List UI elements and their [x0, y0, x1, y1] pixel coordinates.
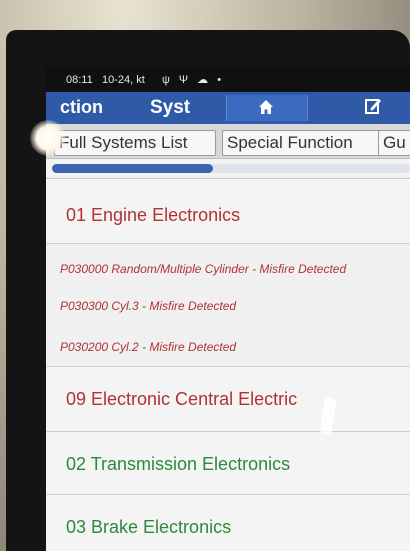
- usb-icon: ψ: [162, 74, 173, 86]
- usb-debug-icon: Ψ: [178, 74, 192, 86]
- dtc-item[interactable]: P030300 Cyl.3 - Misfire Detected: [60, 299, 236, 313]
- light-glare: [30, 120, 66, 156]
- dot-icon: •: [217, 74, 225, 86]
- edit-icon: [365, 99, 381, 114]
- system-row-transmission[interactable]: 02 Transmission Electronics: [46, 432, 410, 495]
- scan-progress-bar: [52, 164, 410, 173]
- system-label-brake: 03 Brake Electronics: [66, 517, 232, 537]
- system-label-engine: 01 Engine Electronics: [66, 205, 241, 225]
- edit-button[interactable]: [364, 97, 382, 120]
- cloud-icon: ☁: [197, 74, 212, 86]
- tab-full-systems-list[interactable]: Full Systems List: [54, 130, 216, 156]
- system-row-brake[interactable]: 03 Brake Electronics: [46, 495, 410, 551]
- system-label-transmission: 02 Transmission Electronics: [66, 454, 291, 474]
- tab-guided[interactable]: Gu: [378, 130, 410, 156]
- tab-special-function[interactable]: Special Function: [222, 130, 380, 156]
- status-icons: ψ Ψ ☁ •: [162, 73, 224, 86]
- home-button[interactable]: [226, 95, 308, 121]
- dtc-item[interactable]: P030000 Random/Multiple Cylinder - Misfi…: [60, 262, 346, 276]
- status-date: 10-24, kt: [102, 74, 145, 86]
- dtc-item[interactable]: P030200 Cyl.2 - Misfire Detected: [60, 340, 236, 354]
- system-row-engine[interactable]: 01 Engine Electronics: [46, 179, 410, 244]
- status-bar: 08:11 10-24, kt ψ Ψ ☁ •: [46, 66, 410, 92]
- tab-bar: Full Systems List Special Function Gu: [46, 124, 410, 159]
- system-row-central-electric[interactable]: 09 Electronic Central Electric: [46, 367, 410, 432]
- scan-progress-fill: [52, 164, 214, 173]
- home-icon: [259, 100, 273, 114]
- tablet-screen: 08:11 10-24, kt ψ Ψ ☁ • ction Syst Full …: [46, 66, 410, 551]
- status-time: 08:11: [66, 74, 93, 86]
- system-label-central-electric: 09 Electronic Central Electric: [66, 389, 298, 409]
- title-fragment-systems: Syst: [150, 97, 191, 118]
- dtc-list: P030000 Random/Multiple Cylinder - Misfi…: [46, 244, 410, 367]
- title-bar: ction Syst: [46, 92, 410, 124]
- title-fragment-left: ction: [60, 97, 103, 117]
